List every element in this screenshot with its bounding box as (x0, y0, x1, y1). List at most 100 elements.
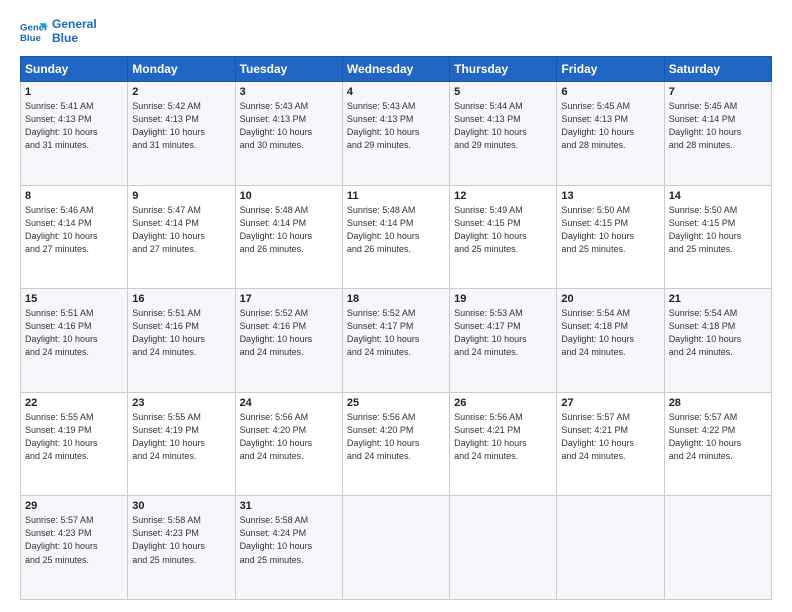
calendar-day-cell: 1 Sunrise: 5:41 AM Sunset: 4:13 PM Daylig… (21, 82, 128, 186)
day-number: 26 (454, 397, 552, 409)
calendar-day-cell: 22 Sunrise: 5:55 AM Sunset: 4:19 PM Dayli… (21, 392, 128, 496)
calendar-day-cell: 24Sunrise: 5:56 AM Sunset: 4:20 PM Dayli… (235, 392, 342, 496)
calendar-day-cell: 13Sunrise: 5:50 AM Sunset: 4:15 PM Dayli… (557, 185, 664, 289)
svg-text:Blue: Blue (20, 33, 41, 44)
page: General Blue GeneralBlue SundayMondayTue… (0, 0, 792, 612)
calendar-week-row: 1 Sunrise: 5:41 AM Sunset: 4:13 PM Daylig… (21, 82, 772, 186)
calendar-day-cell: 6 Sunrise: 5:45 AM Sunset: 4:13 PM Daylig… (557, 82, 664, 186)
day-info: Sunrise: 5:55 AM Sunset: 4:19 PM Dayligh… (25, 411, 123, 463)
day-number: 25 (347, 397, 445, 409)
calendar: SundayMondayTuesdayWednesdayThursdayFrid… (20, 56, 772, 600)
day-info: Sunrise: 5:47 AM Sunset: 4:14 PM Dayligh… (132, 204, 230, 256)
day-info: Sunrise: 5:50 AM Sunset: 4:15 PM Dayligh… (561, 204, 659, 256)
calendar-day-cell: 25 Sunrise: 5:56 AM Sunset: 4:20 PM Dayli… (342, 392, 449, 496)
day-number: 12 (454, 190, 552, 202)
calendar-empty-cell (342, 496, 449, 600)
day-number: 2 (132, 86, 230, 98)
day-number: 18 (347, 293, 445, 305)
calendar-day-cell: 3 Sunrise: 5:43 AM Sunset: 4:13 PM Daylig… (235, 82, 342, 186)
day-number: 30 (132, 500, 230, 512)
day-number: 21 (669, 293, 767, 305)
calendar-week-row: 15 Sunrise: 5:51 AM Sunset: 4:16 PM Dayli… (21, 289, 772, 393)
day-number: 5 (454, 86, 552, 98)
calendar-day-cell: 27 Sunrise: 5:57 AM Sunset: 4:21 PM Dayli… (557, 392, 664, 496)
day-number: 7 (669, 86, 767, 98)
day-header-saturday: Saturday (664, 57, 771, 82)
day-info: Sunrise: 5:45 AM Sunset: 4:13 PM Dayligh… (561, 100, 659, 152)
calendar-day-cell: 31 Sunrise: 5:58 AM Sunset: 4:24 PM Dayli… (235, 496, 342, 600)
day-number: 9 (132, 190, 230, 202)
day-info: Sunrise: 5:50 AM Sunset: 4:15 PM Dayligh… (669, 204, 767, 256)
day-number: 27 (561, 397, 659, 409)
day-number: 20 (561, 293, 659, 305)
day-info: Sunrise: 5:41 AM Sunset: 4:13 PM Dayligh… (25, 100, 123, 152)
day-number: 23 (132, 397, 230, 409)
calendar-day-cell: 7Sunrise: 5:45 AM Sunset: 4:14 PM Daylig… (664, 82, 771, 186)
day-info: Sunrise: 5:44 AM Sunset: 4:13 PM Dayligh… (454, 100, 552, 152)
calendar-day-cell: 16 Sunrise: 5:51 AM Sunset: 4:16 PM Dayli… (128, 289, 235, 393)
day-info: Sunrise: 5:54 AM Sunset: 4:18 PM Dayligh… (561, 307, 659, 359)
day-number: 16 (132, 293, 230, 305)
calendar-day-cell: 10 Sunrise: 5:48 AM Sunset: 4:14 PM Dayli… (235, 185, 342, 289)
calendar-day-cell: 23 Sunrise: 5:55 AM Sunset: 4:19 PM Dayli… (128, 392, 235, 496)
day-info: Sunrise: 5:56 AM Sunset: 4:21 PM Dayligh… (454, 411, 552, 463)
calendar-empty-cell (664, 496, 771, 600)
day-info: Sunrise: 5:56 AM Sunset: 4:20 PM Dayligh… (347, 411, 445, 463)
calendar-day-cell: 9 Sunrise: 5:47 AM Sunset: 4:14 PM Daylig… (128, 185, 235, 289)
day-info: Sunrise: 5:56 AM Sunset: 4:20 PM Dayligh… (240, 411, 338, 463)
day-header-tuesday: Tuesday (235, 57, 342, 82)
day-number: 3 (240, 86, 338, 98)
day-number: 10 (240, 190, 338, 202)
day-number: 6 (561, 86, 659, 98)
day-number: 17 (240, 293, 338, 305)
day-info: Sunrise: 5:43 AM Sunset: 4:13 PM Dayligh… (240, 100, 338, 152)
calendar-day-cell: 8Sunrise: 5:46 AM Sunset: 4:14 PM Daylig… (21, 185, 128, 289)
day-info: Sunrise: 5:54 AM Sunset: 4:18 PM Dayligh… (669, 307, 767, 359)
calendar-header-row: SundayMondayTuesdayWednesdayThursdayFrid… (21, 57, 772, 82)
calendar-day-cell: 15Sunrise: 5:51 AM Sunset: 4:16 PM Dayli… (21, 289, 128, 393)
logo-icon: General Blue (20, 18, 48, 46)
day-header-wednesday: Wednesday (342, 57, 449, 82)
calendar-day-cell: 29Sunrise: 5:57 AM Sunset: 4:23 PM Dayli… (21, 496, 128, 600)
day-info: Sunrise: 5:48 AM Sunset: 4:14 PM Dayligh… (240, 204, 338, 256)
day-number: 14 (669, 190, 767, 202)
day-info: Sunrise: 5:42 AM Sunset: 4:13 PM Dayligh… (132, 100, 230, 152)
day-number: 22 (25, 397, 123, 409)
logo-text: GeneralBlue (52, 18, 97, 46)
day-info: Sunrise: 5:43 AM Sunset: 4:13 PM Dayligh… (347, 100, 445, 152)
calendar-day-cell: 14 Sunrise: 5:50 AM Sunset: 4:15 PM Dayli… (664, 185, 771, 289)
day-info: Sunrise: 5:53 AM Sunset: 4:17 PM Dayligh… (454, 307, 552, 359)
calendar-day-cell: 26 Sunrise: 5:56 AM Sunset: 4:21 PM Dayli… (450, 392, 557, 496)
calendar-week-row: 29Sunrise: 5:57 AM Sunset: 4:23 PM Dayli… (21, 496, 772, 600)
calendar-week-row: 8Sunrise: 5:46 AM Sunset: 4:14 PM Daylig… (21, 185, 772, 289)
day-number: 15 (25, 293, 123, 305)
day-info: Sunrise: 5:57 AM Sunset: 4:22 PM Dayligh… (669, 411, 767, 463)
calendar-day-cell: 17 Sunrise: 5:52 AM Sunset: 4:16 PM Dayli… (235, 289, 342, 393)
day-number: 19 (454, 293, 552, 305)
day-info: Sunrise: 5:55 AM Sunset: 4:19 PM Dayligh… (132, 411, 230, 463)
calendar-empty-cell (450, 496, 557, 600)
day-info: Sunrise: 5:46 AM Sunset: 4:14 PM Dayligh… (25, 204, 123, 256)
calendar-week-row: 22 Sunrise: 5:55 AM Sunset: 4:19 PM Dayli… (21, 392, 772, 496)
logo: General Blue GeneralBlue (20, 18, 97, 46)
day-info: Sunrise: 5:58 AM Sunset: 4:23 PM Dayligh… (132, 514, 230, 566)
day-info: Sunrise: 5:57 AM Sunset: 4:21 PM Dayligh… (561, 411, 659, 463)
calendar-day-cell: 28 Sunrise: 5:57 AM Sunset: 4:22 PM Dayli… (664, 392, 771, 496)
day-info: Sunrise: 5:58 AM Sunset: 4:24 PM Dayligh… (240, 514, 338, 566)
calendar-day-cell: 20 Sunrise: 5:54 AM Sunset: 4:18 PM Dayli… (557, 289, 664, 393)
day-info: Sunrise: 5:49 AM Sunset: 4:15 PM Dayligh… (454, 204, 552, 256)
day-number: 28 (669, 397, 767, 409)
calendar-day-cell: 4Sunrise: 5:43 AM Sunset: 4:13 PM Daylig… (342, 82, 449, 186)
day-header-friday: Friday (557, 57, 664, 82)
day-info: Sunrise: 5:52 AM Sunset: 4:16 PM Dayligh… (240, 307, 338, 359)
day-info: Sunrise: 5:51 AM Sunset: 4:16 PM Dayligh… (132, 307, 230, 359)
calendar-day-cell: 30 Sunrise: 5:58 AM Sunset: 4:23 PM Dayli… (128, 496, 235, 600)
calendar-day-cell: 2 Sunrise: 5:42 AM Sunset: 4:13 PM Daylig… (128, 82, 235, 186)
calendar-day-cell: 11Sunrise: 5:48 AM Sunset: 4:14 PM Dayli… (342, 185, 449, 289)
day-number: 1 (25, 86, 123, 98)
day-header-thursday: Thursday (450, 57, 557, 82)
calendar-day-cell: 19 Sunrise: 5:53 AM Sunset: 4:17 PM Dayli… (450, 289, 557, 393)
day-number: 31 (240, 500, 338, 512)
calendar-day-cell: 5 Sunrise: 5:44 AM Sunset: 4:13 PM Daylig… (450, 82, 557, 186)
calendar-empty-cell (557, 496, 664, 600)
